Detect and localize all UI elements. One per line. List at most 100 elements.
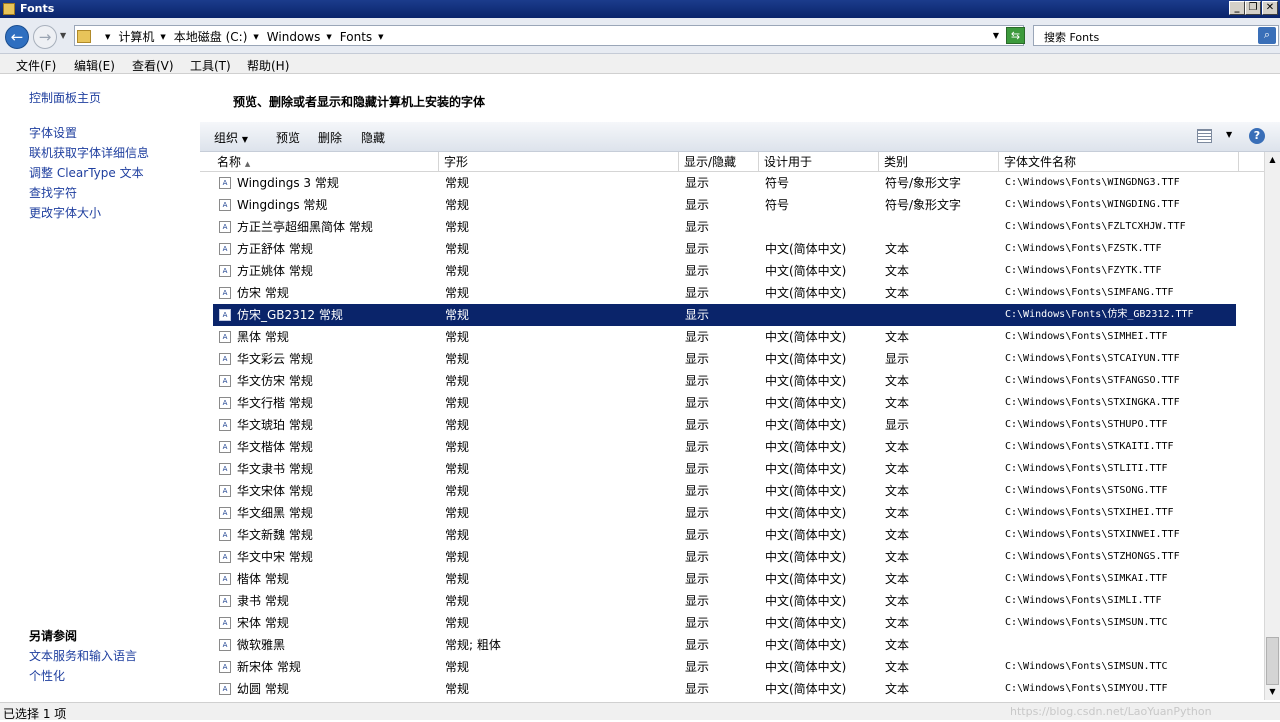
view-dropdown-icon[interactable]: ▼ <box>1226 130 1232 139</box>
table-row[interactable]: A 隶书 常规 常规 显示 中文(简体中文) 文本 C:\Windows\Fonts\SIM… <box>213 590 1236 612</box>
table-row[interactable]: A Wingdings 3 常规 常规 显示 符号 符号/象形文字 C:\Windows\F… <box>213 172 1236 194</box>
font-file-icon: A <box>219 595 231 607</box>
cell-show: 显示 <box>685 484 710 498</box>
cell-cat: 文本 <box>885 572 910 586</box>
sidebar-home-link[interactable]: 控制面板主页 <box>29 89 101 106</box>
table-row[interactable]: A 仿宋 常规 常规 显示 中文(简体中文) 文本 C:\Windows\Fonts\SIM… <box>213 282 1236 304</box>
cell-show: 显示 <box>685 264 710 278</box>
cell-name: 华文楷体 常规 <box>237 440 313 454</box>
cell-show: 显示 <box>685 616 710 630</box>
table-row[interactable]: A 楷体 常规 常规 显示 中文(简体中文) 文本 C:\Windows\Fonts\SIM… <box>213 568 1236 590</box>
sidebar-link-font-settings[interactable]: 字体设置 <box>29 124 77 141</box>
preview-button[interactable]: 预览 <box>276 129 300 146</box>
breadcrumb-separator-icon[interactable]: ▼ <box>378 33 383 41</box>
address-dropdown-icon[interactable]: ▼ <box>993 31 999 40</box>
close-button[interactable]: ✕ <box>1262 1 1278 15</box>
table-row[interactable]: A 华文仿宋 常规 常规 显示 中文(简体中文) 文本 C:\Windows\Fonts\S… <box>213 370 1236 392</box>
window-title: Fonts <box>20 2 55 15</box>
address-bar[interactable]: ▼ 计算机 ▼ 本地磁盘 (C:) ▼ Windows ▼ Fonts ▼ ▼ <box>74 25 1024 46</box>
table-row[interactable]: A 华文隶书 常规 常规 显示 中文(简体中文) 文本 C:\Windows\Fonts\S… <box>213 458 1236 480</box>
table-row[interactable]: A 黑体 常规 常规 显示 中文(简体中文) 文本 C:\Windows\Fonts\SIM… <box>213 326 1236 348</box>
column-header-style[interactable]: 字形 <box>439 152 679 172</box>
refresh-button[interactable]: ⇆ <box>1006 27 1025 44</box>
cell-cat: 文本 <box>885 528 910 542</box>
cell-name: 华文中宋 常规 <box>237 550 313 564</box>
table-row[interactable]: A 华文楷体 常规 常规 显示 中文(简体中文) 文本 C:\Windows\Fonts\S… <box>213 436 1236 458</box>
table-row[interactable]: A 方正姚体 常规 常规 显示 中文(简体中文) 文本 C:\Windows\Fonts\F… <box>213 260 1236 282</box>
sidebar-link-cleartype[interactable]: 调整 ClearType 文本 <box>29 164 144 181</box>
cell-cat: 文本 <box>885 506 910 520</box>
cell-name: 华文宋体 常规 <box>237 484 313 498</box>
help-icon[interactable]: ? <box>1249 128 1265 144</box>
column-header-designed-for[interactable]: 设计用于 <box>759 152 879 172</box>
cell-file: C:\Windows\Fonts\STHUPO.TTF <box>1005 419 1168 430</box>
table-row[interactable]: A Wingdings 常规 常规 显示 符号 符号/象形文字 C:\Windows\Fon… <box>213 194 1236 216</box>
table-row[interactable]: A 新宋体 常规 常规 显示 中文(简体中文) 文本 C:\Windows\Fonts\SI… <box>213 656 1236 678</box>
column-header-file-name[interactable]: 字体文件名称 <box>999 152 1239 172</box>
table-row[interactable]: A 微软雅黑 常规; 粗体 显示 中文(简体中文) 文本 <box>213 634 1236 656</box>
back-button[interactable]: ← <box>5 25 29 49</box>
breadcrumb-separator-icon[interactable]: ▼ <box>326 33 331 41</box>
cell-file: C:\Windows\Fonts\STXINWEI.TTF <box>1005 529 1180 540</box>
scroll-down-icon[interactable]: ▼ <box>1265 684 1280 700</box>
minimize-button[interactable]: _ <box>1229 1 1245 15</box>
restore-button[interactable]: ❐ <box>1245 1 1261 15</box>
table-row[interactable]: A 华文行楷 常规 常规 显示 中文(简体中文) 文本 C:\Windows\Fonts\S… <box>213 392 1236 414</box>
table-row[interactable]: A 华文新魏 常规 常规 显示 中文(简体中文) 文本 C:\Windows\Fonts\S… <box>213 524 1236 546</box>
table-row[interactable]: A 华文宋体 常规 常规 显示 中文(简体中文) 文本 C:\Windows\Fonts\S… <box>213 480 1236 502</box>
sidebar-link-text-services[interactable]: 文本服务和输入语言 <box>29 647 137 664</box>
cell-show: 显示 <box>685 374 710 388</box>
scrollbar-thumb[interactable] <box>1266 637 1279 685</box>
table-row[interactable]: A 方正兰亭超细黑简体 常规 常规 显示 C:\Windows\Fonts\FZLTCX… <box>213 216 1236 238</box>
menu-file[interactable]: 文件(F) <box>16 57 56 74</box>
table-row[interactable]: A 华文细黑 常规 常规 显示 中文(简体中文) 文本 C:\Windows\Fonts\S… <box>213 502 1236 524</box>
organize-button[interactable]: 组织 ▼ <box>214 129 248 146</box>
breadcrumb-item[interactable]: 本地磁盘 (C:) <box>174 28 248 45</box>
status-text: 已选择 1 项 <box>3 707 67 721</box>
cell-show: 显示 <box>685 330 710 344</box>
menu-view[interactable]: 查看(V) <box>132 57 174 74</box>
breadcrumb-separator-icon[interactable]: ▼ <box>105 33 110 41</box>
delete-button[interactable]: 删除 <box>318 129 342 146</box>
breadcrumb-item[interactable]: 计算机 <box>118 28 154 45</box>
sidebar-link-find-char[interactable]: 查找字符 <box>29 184 77 201</box>
hide-button[interactable]: 隐藏 <box>361 129 385 146</box>
recent-pages-dropdown-icon[interactable]: ▼ <box>60 31 66 40</box>
table-row[interactable]: A 宋体 常规 常规 显示 中文(简体中文) 文本 C:\Windows\Fonts\SIM… <box>213 612 1236 634</box>
forward-button[interactable]: → <box>33 25 57 49</box>
menu-help[interactable]: 帮助(H) <box>247 57 289 74</box>
search-input[interactable]: 搜索 Fonts ⌕ <box>1033 25 1279 46</box>
table-row[interactable]: A 华文中宋 常规 常规 显示 中文(简体中文) 文本 C:\Windows\Fonts\S… <box>213 546 1236 568</box>
menu-tools[interactable]: 工具(T) <box>190 57 231 74</box>
folder-icon <box>77 30 91 43</box>
column-header-show-hide[interactable]: 显示/隐藏 <box>679 152 759 172</box>
breadcrumb-separator-icon[interactable]: ▼ <box>160 33 165 41</box>
table-row[interactable]: A 仿宋_GB2312 常规 常规 显示 C:\Windows\Fonts\仿宋_GB2… <box>213 304 1236 326</box>
sidebar-link-font-size[interactable]: 更改字体大小 <box>29 204 101 221</box>
vertical-scrollbar[interactable]: ▲ ▼ <box>1264 152 1280 700</box>
cell-show: 显示 <box>685 440 710 454</box>
column-header-category[interactable]: 类别 <box>879 152 999 172</box>
view-details-icon[interactable] <box>1197 129 1212 143</box>
table-row[interactable]: A 华文彩云 常规 常规 显示 中文(简体中文) 显示 C:\Windows\Fonts\S… <box>213 348 1236 370</box>
table-row[interactable]: A 方正舒体 常规 常规 显示 中文(简体中文) 文本 C:\Windows\Fonts\F… <box>213 238 1236 260</box>
cell-cat: 文本 <box>885 550 910 564</box>
sidebar-link-online-info[interactable]: 联机获取字体详细信息 <box>29 144 149 161</box>
breadcrumb-item[interactable]: Fonts <box>340 30 372 44</box>
sidebar-link-personalize[interactable]: 个性化 <box>29 667 65 684</box>
cell-cat: 文本 <box>885 264 910 278</box>
breadcrumb-separator-icon[interactable]: ▼ <box>253 33 258 41</box>
cell-design: 中文(简体中文) <box>765 352 847 366</box>
table-row[interactable]: A 幼圆 常规 常规 显示 中文(简体中文) 文本 C:\Windows\Fonts\SIM… <box>213 678 1236 700</box>
breadcrumb-item[interactable]: Windows <box>267 30 321 44</box>
cell-file: C:\Windows\Fonts\SIMFANG.TTF <box>1005 287 1174 298</box>
column-header-name[interactable]: 名称 ▲ <box>212 152 439 172</box>
search-icon[interactable]: ⌕ <box>1258 27 1276 44</box>
font-file-icon: A <box>219 573 231 585</box>
table-row[interactable]: A 华文琥珀 常规 常规 显示 中文(简体中文) 显示 C:\Windows\Fonts\S… <box>213 414 1236 436</box>
menu-edit[interactable]: 编辑(E) <box>74 57 115 74</box>
cell-name: 华文隶书 常规 <box>237 462 313 476</box>
scroll-up-icon[interactable]: ▲ <box>1265 152 1280 168</box>
cell-file: C:\Windows\Fonts\FZLTCXHJW.TTF <box>1005 221 1186 232</box>
font-file-icon: A <box>219 221 231 233</box>
